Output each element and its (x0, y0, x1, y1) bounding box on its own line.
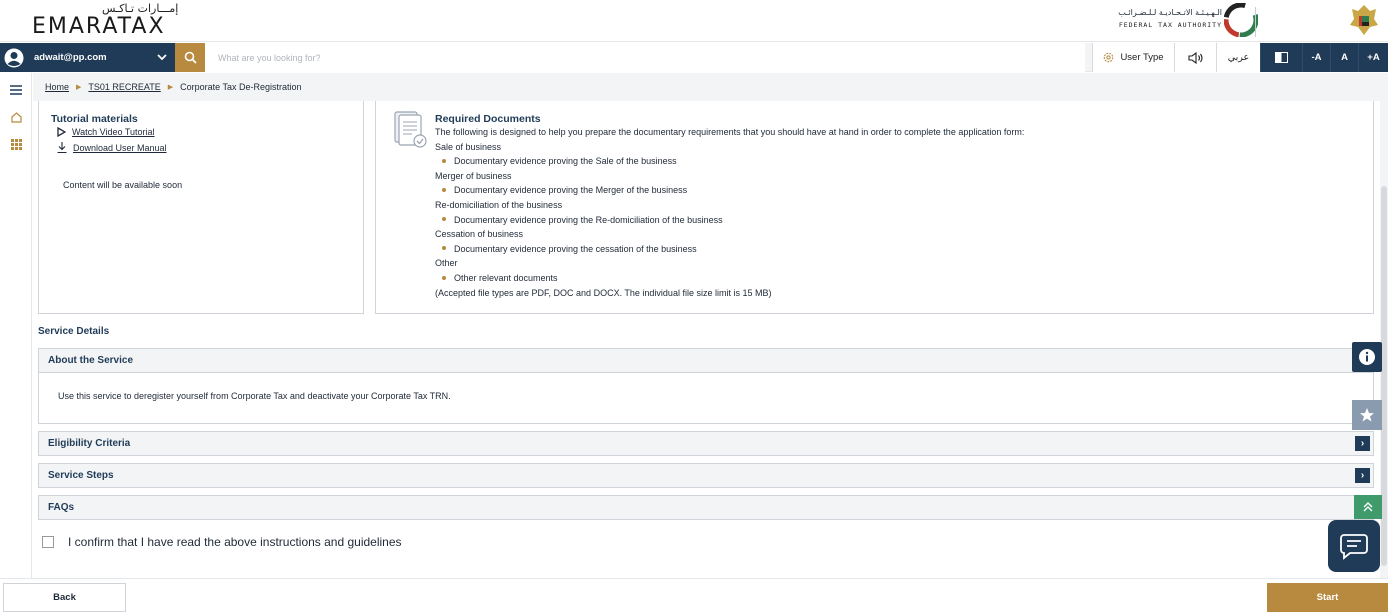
contrast-toggle[interactable] (1260, 43, 1302, 72)
text-to-speech-button[interactable] (1174, 43, 1216, 72)
font-normal-button[interactable]: A (1330, 43, 1358, 72)
star-icon (1360, 408, 1374, 422)
watch-video-link[interactable]: Watch Video Tutorial (57, 127, 155, 137)
logo-english-text: EMARATAX (32, 14, 166, 39)
font-decrease-button[interactable]: -A (1302, 43, 1330, 72)
doc-group-heading: Merger of business (435, 170, 512, 181)
language-toggle[interactable]: عربي (1216, 43, 1260, 72)
accordion-eligibility-criteria[interactable]: Eligibility Criteria › (38, 431, 1374, 456)
top-header: إمـــارات تـاكـس EMARATAX الـهـيـئـة الا… (0, 0, 1388, 42)
doc-group-heading: Cessation of business (435, 229, 524, 240)
speaker-icon (1187, 51, 1203, 64)
confirm-checkbox-row[interactable]: I confirm that I have read the above ins… (42, 535, 402, 549)
contrast-icon (1275, 52, 1288, 63)
doc-group-item: Documentary evidence proving the Re-domi… (435, 213, 1355, 228)
accordion-label: About the Service (48, 355, 134, 366)
apps-button[interactable] (8, 137, 24, 151)
required-documents-intro: The following is designed to help you pr… (435, 127, 1025, 137)
download-icon (57, 142, 67, 153)
accordion-faqs[interactable]: FAQs (38, 495, 1374, 520)
header-divider (1255, 7, 1256, 37)
breadcrumb-separator-icon: ▶ (76, 84, 82, 91)
confirm-label: I confirm that I have read the above ins… (68, 535, 402, 549)
user-menu[interactable]: adwait@pp.com (0, 43, 175, 72)
user-type-button[interactable]: User Type (1092, 43, 1174, 72)
accordion-label: FAQs (48, 502, 75, 513)
breadcrumb-home[interactable]: Home (45, 82, 69, 92)
info-button[interactable] (1352, 342, 1382, 372)
doc-group-heading: Other (435, 258, 458, 269)
file-types-note: (Accepted file types are PDF, DOC and DO… (435, 287, 772, 298)
grid-icon (10, 138, 22, 150)
back-button[interactable]: Back (3, 583, 126, 612)
doc-group-item: Documentary evidence proving the cessati… (435, 242, 1355, 257)
doc-group-item: Documentary evidence proving the Sale of… (435, 154, 1355, 169)
arabic-label: عربي (1227, 52, 1250, 63)
required-documents-panel: Required Documents The following is desi… (375, 101, 1374, 314)
accordion-label: Eligibility Criteria (48, 438, 131, 449)
uae-emblem-icon (1350, 5, 1378, 35)
favorite-button[interactable] (1352, 400, 1382, 430)
authority-english-name: FEDERAL TAX AUTHORITY (1118, 21, 1222, 29)
search-input[interactable] (205, 43, 1085, 72)
chat-icon (1340, 534, 1368, 560)
font-increase-button[interactable]: +A (1358, 43, 1388, 72)
breadcrumb-parent[interactable]: TS01 RECREATE (88, 82, 160, 92)
authority-arabic-name: الـهـيـئـة الاتـحـاديـة لـلـضـرائـب (1118, 8, 1222, 17)
chat-button[interactable] (1328, 520, 1380, 572)
user-email: adwait@pp.com (34, 52, 107, 63)
service-details-title: Service Details (38, 326, 110, 337)
tutorial-title: Tutorial materials (51, 113, 138, 125)
user-avatar-icon (4, 48, 24, 67)
fta-branding: الـهـيـئـة الاتـحـاديـة لـلـضـرائـب FEDE… (1090, 3, 1300, 37)
chevron-down-icon (157, 54, 167, 61)
accordion-service-steps[interactable]: Service Steps › (38, 463, 1374, 488)
download-manual-label: Download User Manual (73, 142, 167, 153)
chevron-right-icon: › (1355, 436, 1370, 451)
tutorial-panel: Tutorial materials Watch Video Tutorial … (38, 101, 364, 314)
home-button[interactable] (8, 110, 24, 124)
search-button[interactable] (175, 43, 205, 72)
chevron-right-icon: › (1355, 468, 1370, 483)
doc-group-item: Other relevant documents (435, 271, 1355, 286)
info-icon (1359, 349, 1375, 365)
accordion-label: Service Steps (48, 470, 114, 481)
scroll-top-button[interactable] (1354, 495, 1382, 519)
gear-icon (1104, 52, 1114, 63)
required-documents-title: Required Documents (435, 113, 541, 125)
search-icon (184, 51, 197, 64)
accordion-about-service[interactable]: About the Service (38, 348, 1374, 373)
watch-video-label: Watch Video Tutorial (72, 127, 155, 137)
download-manual-link[interactable]: Download User Manual (57, 142, 167, 153)
required-documents-content: Required Documents The following is desi… (435, 113, 1355, 300)
confirm-checkbox[interactable] (42, 536, 54, 548)
menu-button[interactable] (8, 83, 24, 97)
main-navbar: adwait@pp.com User Type عربي -A A +A (0, 43, 1388, 72)
documents-icon (394, 111, 427, 148)
double-chevron-up-icon (1363, 502, 1373, 512)
play-icon (57, 127, 66, 137)
footer-bar: Back Start (0, 578, 1388, 613)
tutorial-note: Content will be available soon (63, 180, 183, 190)
doc-group-item: Documentary evidence proving the Merger … (435, 183, 1355, 198)
about-service-content: Use this service to deregister yourself … (38, 373, 1374, 424)
breadcrumb-separator-icon: ▶ (167, 84, 174, 91)
fta-logo-icon (1224, 3, 1258, 37)
breadcrumb: Home ▶ TS01 RECREATE ▶ Corporate Tax De-… (33, 73, 1388, 101)
start-button[interactable]: Start (1267, 583, 1388, 612)
doc-group-heading: Sale of business (435, 141, 502, 152)
doc-group-heading: Re-domiciliation of the business (435, 199, 563, 210)
user-type-label: User Type (1120, 52, 1164, 63)
hamburger-icon (10, 85, 22, 95)
navbar-tools: User Type عربي -A A +A (1092, 43, 1388, 72)
breadcrumb-current: Corporate Tax De-Registration (180, 82, 302, 92)
about-service-text: Use this service to deregister yourself … (58, 391, 451, 401)
left-rail (0, 73, 32, 578)
home-icon (10, 111, 22, 123)
